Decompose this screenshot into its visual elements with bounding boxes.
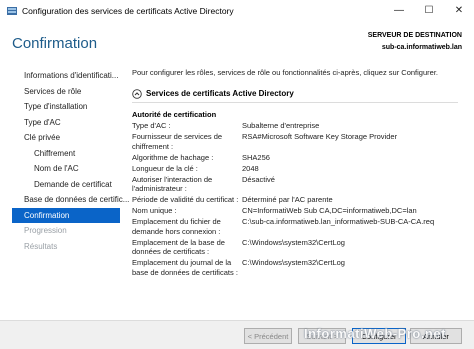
summary-row: Fournisseur de services de chiffrement :… [132,132,458,151]
summary-value: CN=InformatiWeb Sub CA,DC=informatiweb,D… [242,206,417,215]
wizard-nav: Informations d'identificati... Services … [12,68,129,254]
summary-value: Déterminé par l'AC parente [242,195,333,204]
server-manager-icon [7,7,17,15]
nav-item-confirmation[interactable]: Confirmation [12,207,120,223]
previous-button[interactable]: < Précédent [244,328,292,344]
title-bar: Configuration des services de certificat… [0,0,474,25]
summary-label: Emplacement du journal de la base de don… [132,258,238,277]
summary-label: Fournisseur de services de chiffrement : [132,132,223,151]
section-title: Services de certificats Active Directory [146,89,294,98]
summary-value: C:\sub-ca.informatiweb.lan_informatiweb-… [242,217,435,226]
summary-row: Emplacement du journal de la base de don… [132,258,458,277]
nav-item-certificate-database[interactable]: Base de données de certific... [12,192,129,208]
nav-item-cryptography[interactable]: Chiffrement [12,146,120,162]
nav-item-role-services[interactable]: Services de rôle [12,84,120,100]
summary-row: Emplacement de la base de données de cer… [132,238,458,257]
nav-item-private-key[interactable]: Clé privée [12,130,120,146]
destination-server-value: sub-ca.informatiweb.lan [381,44,462,51]
summary-label: Type d'AC : [132,121,171,130]
window-title: Configuration des services de certificat… [22,6,234,16]
summary-row: Période de validité du certificat : Déte… [132,195,458,205]
summary-row: Longueur de la clé : 2048 [132,164,458,174]
nav-item-results: Résultats [24,241,58,251]
wizard-header: Confirmation SERVEUR DE DESTINATION sub-… [0,24,474,66]
nav-item-setup-type[interactable]: Type d'installation [12,99,120,115]
maximize-button[interactable]: ☐ [414,0,444,22]
summary-row: Nom unique : CN=InformatiWeb Sub CA,DC=i… [132,206,458,216]
settings-summary: Autorité de certification Type d'AC : Su… [132,106,458,320]
page-title: Confirmation [12,35,98,52]
nav-item-ca-name[interactable]: Nom de l'AC [12,161,120,177]
nav-item-credentials[interactable]: Informations d'identificati... [12,68,120,84]
summary-row: Type d'AC : Subalterne d'entreprise [132,121,458,131]
summary-label: Longueur de la clé : [132,163,198,173]
summary-label: Algorithme de hachage : [132,152,214,162]
summary-value: C:\Windows\system32\CertLog [242,258,345,267]
summary-label: Autoriser l'interaction de l'administrat… [132,174,213,194]
summary-row: Autoriser l'interaction de l'administrat… [132,175,458,194]
destination-server-label: SERVEUR DE DESTINATION [367,32,462,39]
summary-label: Nom unique : [132,206,177,215]
summary-value: Subalterne d'entreprise [242,121,320,130]
summary-row: Emplacement du fichier de demande hors c… [132,217,458,236]
summary-value: Désactivé [242,174,275,184]
summary-value: 2048 [242,163,259,173]
summary-label: Emplacement du fichier de demande hors c… [132,217,221,236]
summary-value: C:\Windows\system32\CertLog [242,237,345,247]
summary-value: SHA256 [242,152,270,162]
authority-heading: Autorité de certification [132,110,217,119]
summary-label: Emplacement de la base de données de cer… [132,237,225,257]
minimize-button[interactable]: — [384,0,414,22]
summary-value: RSA#Microsoft Software Key Storage Provi… [242,132,398,141]
summary-row: Algorithme de hachage : SHA256 [132,153,458,163]
section-header[interactable]: Services de certificats Active Directory [132,88,458,103]
nav-item-certificate-request[interactable]: Demande de certificat [12,177,120,193]
summary-label: Période de validité du certificat : [132,195,239,204]
collapse-chevron-icon[interactable] [132,89,142,99]
confirmation-content: Pour configurer les rôles, services de r… [132,68,462,318]
watermark: InformatiWeb-Pro.net [304,326,446,341]
close-button[interactable]: ✕ [444,0,474,22]
intro-text: Pour configurer les rôles, services de r… [132,68,438,77]
nav-item-progress: Progression [24,226,67,235]
nav-item-ca-type[interactable]: Type d'AC [12,115,120,131]
